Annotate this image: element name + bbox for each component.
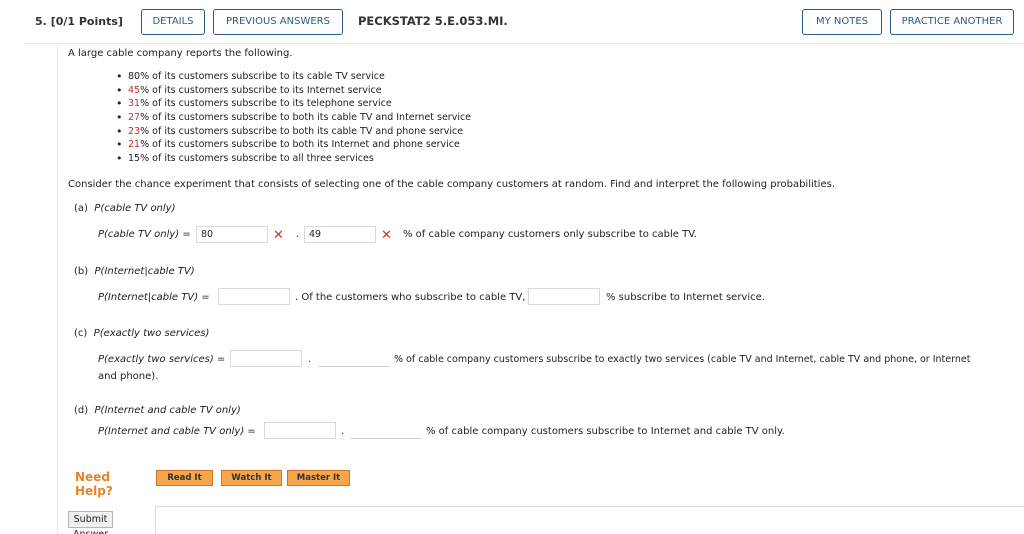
part-c-tag: (c) <box>74 328 88 339</box>
part-a-title: P(cable TV only) <box>94 203 176 214</box>
part-c-percent-input[interactable] <box>318 350 390 367</box>
part-c-suffix-line2: and phone). <box>98 371 159 382</box>
part-b-probability-input[interactable] <box>218 288 290 305</box>
part-b-tag: (b) <box>74 266 89 277</box>
watch-it-button[interactable]: Watch It <box>221 470 282 486</box>
part-a-percent-input[interactable] <box>304 226 376 243</box>
intro-text: A large cable company reports the follow… <box>68 48 293 59</box>
part-a-lhs: P(cable TV only) = <box>98 229 191 240</box>
part-d-percent-input[interactable] <box>350 422 422 439</box>
list-item: 21% of its customers subscribe to both i… <box>116 138 471 153</box>
feedback-area <box>155 506 1024 534</box>
part-d-suffix: % of cable company customers subscribe t… <box>426 426 785 437</box>
submit-answer-button[interactable]: Submit Answer <box>68 511 113 534</box>
part-b-suffix: % subscribe to Internet service. <box>606 292 765 303</box>
part-b-heading: (b) P(Internet|cable TV) <box>74 266 195 277</box>
question-number: 5. <box>35 15 47 28</box>
part-a-separator: . <box>296 229 300 240</box>
part-d-separator: . <box>341 426 345 437</box>
facts-list: 80% of its customers subscribe to its ca… <box>116 70 471 167</box>
need-help-label: Need Help? <box>75 470 113 498</box>
question-header: 5. [0/1 Points] DETAILS PREVIOUS ANSWERS… <box>25 0 1024 44</box>
part-c-suffix: % of cable company customers subscribe t… <box>394 354 971 365</box>
question-code: PECKSTAT2 5.E.053.MI. <box>358 14 508 28</box>
list-item: 31% of its customers subscribe to its te… <box>116 97 471 112</box>
part-c-separator: . <box>308 354 312 365</box>
prompt-text: Consider the chance experiment that cons… <box>68 179 835 190</box>
list-item: 15% of its customers subscribe to all th… <box>116 152 471 167</box>
part-b-percent-input[interactable] <box>528 288 600 305</box>
part-d-title: P(Internet and cable TV only) <box>94 405 241 416</box>
part-a-tag: (a) <box>74 203 88 214</box>
x-mark-icon: ✕ <box>381 228 392 243</box>
my-notes-button[interactable]: MY NOTES <box>802 9 882 35</box>
part-c-probability-input[interactable] <box>230 350 302 367</box>
part-a-suffix: % of cable company customers only subscr… <box>403 229 697 240</box>
previous-answers-button[interactable]: PREVIOUS ANSWERS <box>213 9 343 35</box>
part-d-heading: (d) P(Internet and cable TV only) <box>74 405 241 416</box>
part-a-heading: (a) P(cable TV only) <box>74 203 176 214</box>
part-b-mid-text: . Of the customers who subscribe to cabl… <box>295 292 526 303</box>
content-divider <box>57 44 58 534</box>
list-item: 45% of its customers subscribe to its In… <box>116 84 471 99</box>
x-mark-icon: ✕ <box>273 228 284 243</box>
read-it-button[interactable]: Read It <box>156 470 213 486</box>
master-it-button[interactable]: Master It <box>287 470 350 486</box>
part-c-lhs: P(exactly two services) = <box>98 354 226 365</box>
list-item: 27% of its customers subscribe to both i… <box>116 111 471 126</box>
part-c-title: P(exactly two services) <box>93 328 210 339</box>
part-d-tag: (d) <box>74 405 89 416</box>
details-button[interactable]: DETAILS <box>141 9 205 35</box>
question-number-points: 5. [0/1 Points] <box>35 15 123 28</box>
part-d-lhs: P(Internet and cable TV only) = <box>98 426 256 437</box>
part-b-lhs: P(Internet|cable TV) = <box>98 292 210 303</box>
part-d-probability-input[interactable] <box>264 422 336 439</box>
part-b-title: P(Internet|cable TV) <box>94 266 195 277</box>
practice-another-button[interactable]: PRACTICE ANOTHER <box>890 9 1014 35</box>
part-c-heading: (c) P(exactly two services) <box>74 328 209 339</box>
list-item: 23% of its customers subscribe to both i… <box>116 125 471 140</box>
list-item: 80% of its customers subscribe to its ca… <box>116 70 471 85</box>
part-a-probability-input[interactable] <box>196 226 268 243</box>
question-points: [0/1 Points] <box>50 15 123 28</box>
